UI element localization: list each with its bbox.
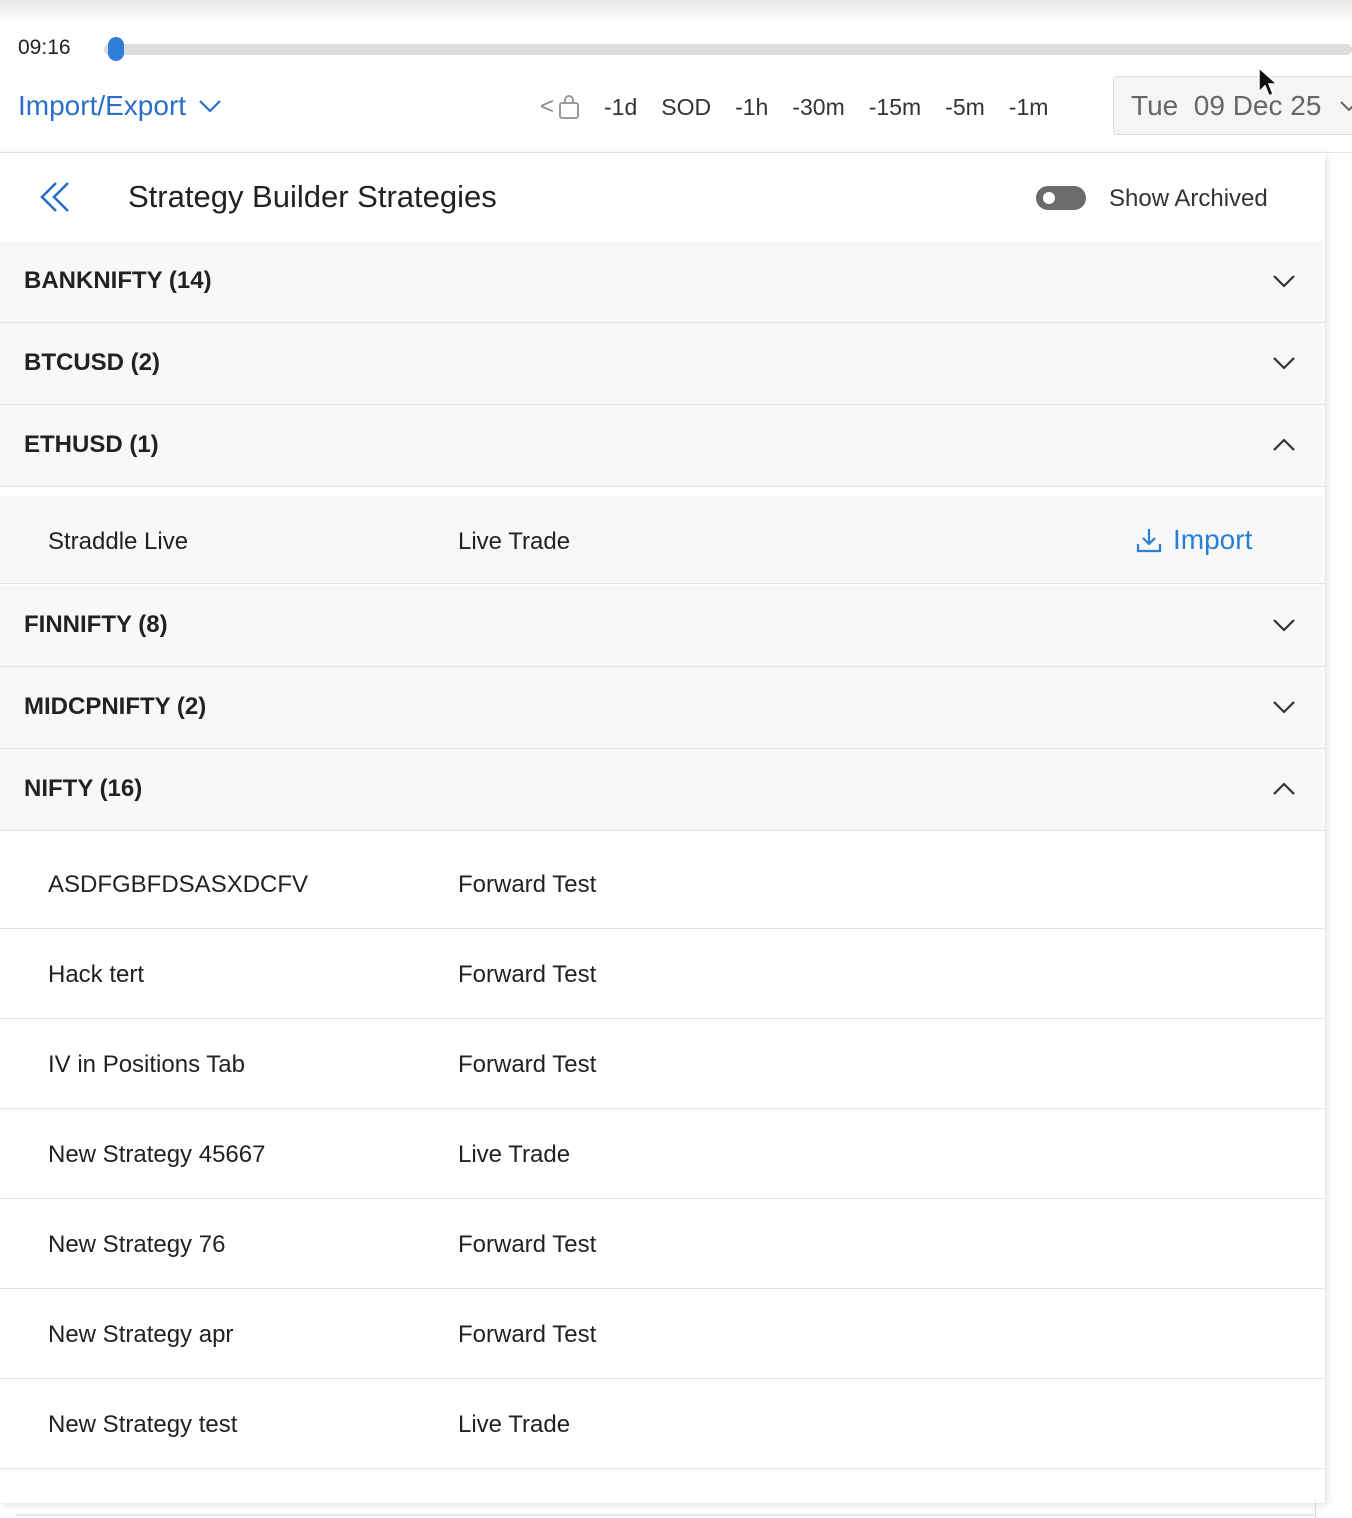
show-archived-label: Show Archived [1109, 185, 1268, 212]
strategy-name: IV in Positions Tab [48, 1051, 246, 1078]
chevron-up-icon [1273, 438, 1295, 451]
table-row[interactable]: Straddle Live Live Trade Import [0, 496, 1325, 584]
group-title: MIDCPNIFTY (2) [24, 693, 207, 720]
group-title: BANKNIFTY (14) [24, 267, 212, 294]
chevron-down-icon [1273, 357, 1295, 370]
strategy-name: New Strategy test [48, 1411, 238, 1438]
strategy-name: ASDFGBFDSASXDCFV [48, 871, 309, 898]
date-select-value: Tue 09 Dec 25 [1131, 89, 1322, 121]
timeline-slider-track[interactable] [104, 44, 1352, 55]
chevron-down-icon [1273, 701, 1295, 714]
strategy-mode: Forward Test [458, 871, 597, 898]
double-chevron-left-icon[interactable] [38, 179, 74, 215]
group-header-finnifty[interactable]: FINNIFTY (8) [0, 585, 1325, 667]
quick-range-bar: < -1d SOD -1h -30m -15m -5m -1m [540, 90, 1072, 124]
table-row[interactable]: IV in Positions Tab Forward Test [0, 1019, 1325, 1109]
chevron-down-icon [1340, 100, 1352, 111]
group-title: BTCUSD (2) [24, 349, 160, 376]
table-row[interactable]: ASDFGBFDSASXDCFV Forward Test [0, 839, 1325, 929]
chevron-down-icon [199, 100, 221, 113]
show-archived-toggle[interactable] [1036, 186, 1086, 210]
page-title: Strategy Builder Strategies [128, 179, 497, 214]
table-row[interactable]: New Strategy 45667 Live Trade [0, 1109, 1325, 1199]
panel-edge [1315, 1500, 1316, 1518]
group-header-midcpnifty[interactable]: MIDCPNIFTY (2) [0, 667, 1325, 749]
strategy-mode: Forward Test [458, 1231, 597, 1258]
range-button-1h[interactable]: -1h [735, 94, 768, 121]
strategy-mode: Live Trade [458, 1141, 571, 1168]
chevron-down-icon [1273, 275, 1295, 288]
timeline-time-label: 09:16 [18, 36, 71, 59]
shopping-bag-icon [559, 95, 580, 119]
toggle-knob [1043, 192, 1055, 204]
range-back-button[interactable]: < [540, 93, 580, 121]
table-row[interactable]: New Strategy apr Forward Test [0, 1289, 1325, 1379]
range-button-5m[interactable]: -5m [945, 94, 985, 121]
toolbar-shadow [0, 0, 1352, 22]
strategy-mode: Live Trade [458, 528, 571, 555]
table-row[interactable]: New Strategy 76 Forward Test [0, 1199, 1325, 1289]
strategy-name: New Strategy 76 [48, 1231, 226, 1258]
panel-header: Strategy Builder Strategies Show Archive… [0, 153, 1325, 241]
group-title: FINNIFTY (8) [24, 611, 168, 638]
date-select[interactable]: Tue 09 Dec 25 [1113, 76, 1352, 135]
group-header-banknifty[interactable]: BANKNIFTY (14) [0, 241, 1325, 323]
strategies-panel: Strategy Builder Strategies Show Archive… [0, 153, 1325, 1503]
import-button-label: Import [1173, 524, 1253, 555]
import-export-label: Import/Export [18, 90, 187, 121]
range-button-30m[interactable]: -30m [792, 94, 844, 121]
footer-divider [16, 1514, 1316, 1516]
group-header-ethusd[interactable]: ETHUSD (1) [0, 405, 1325, 487]
range-button-15m[interactable]: -15m [869, 94, 921, 121]
range-button-1m[interactable]: -1m [1009, 94, 1049, 121]
strategy-name: Straddle Live [48, 528, 189, 555]
strategy-name: Hack tert [48, 961, 145, 988]
group-title: ETHUSD (1) [24, 431, 159, 458]
chevron-up-icon [1273, 782, 1295, 795]
chevron-left-icon: < [540, 93, 555, 120]
strategy-mode: Forward Test [458, 961, 597, 988]
table-row[interactable]: Hack tert Forward Test [0, 929, 1325, 1019]
table-row[interactable]: New Strategy test Live Trade [0, 1379, 1325, 1469]
import-button[interactable]: Import [1135, 524, 1252, 556]
strategy-mode: Live Trade [458, 1411, 571, 1438]
group-title: NIFTY (16) [24, 775, 143, 802]
strategy-mode: Forward Test [458, 1321, 597, 1348]
strategy-name: New Strategy apr [48, 1321, 234, 1348]
download-icon [1136, 529, 1162, 553]
timeline-slider-thumb[interactable] [108, 37, 125, 61]
mouse-cursor-icon [1258, 66, 1279, 98]
group-header-nifty[interactable]: NIFTY (16) [0, 749, 1325, 831]
import-export-dropdown[interactable]: Import/Export [18, 90, 222, 122]
strategy-name: New Strategy 45667 [48, 1141, 266, 1168]
group-header-btcusd[interactable]: BTCUSD (2) [0, 323, 1325, 405]
range-button-1d[interactable]: -1d [604, 94, 637, 121]
range-button-sod[interactable]: SOD [661, 94, 711, 121]
chevron-down-icon [1273, 619, 1295, 632]
strategy-mode: Forward Test [458, 1051, 597, 1078]
